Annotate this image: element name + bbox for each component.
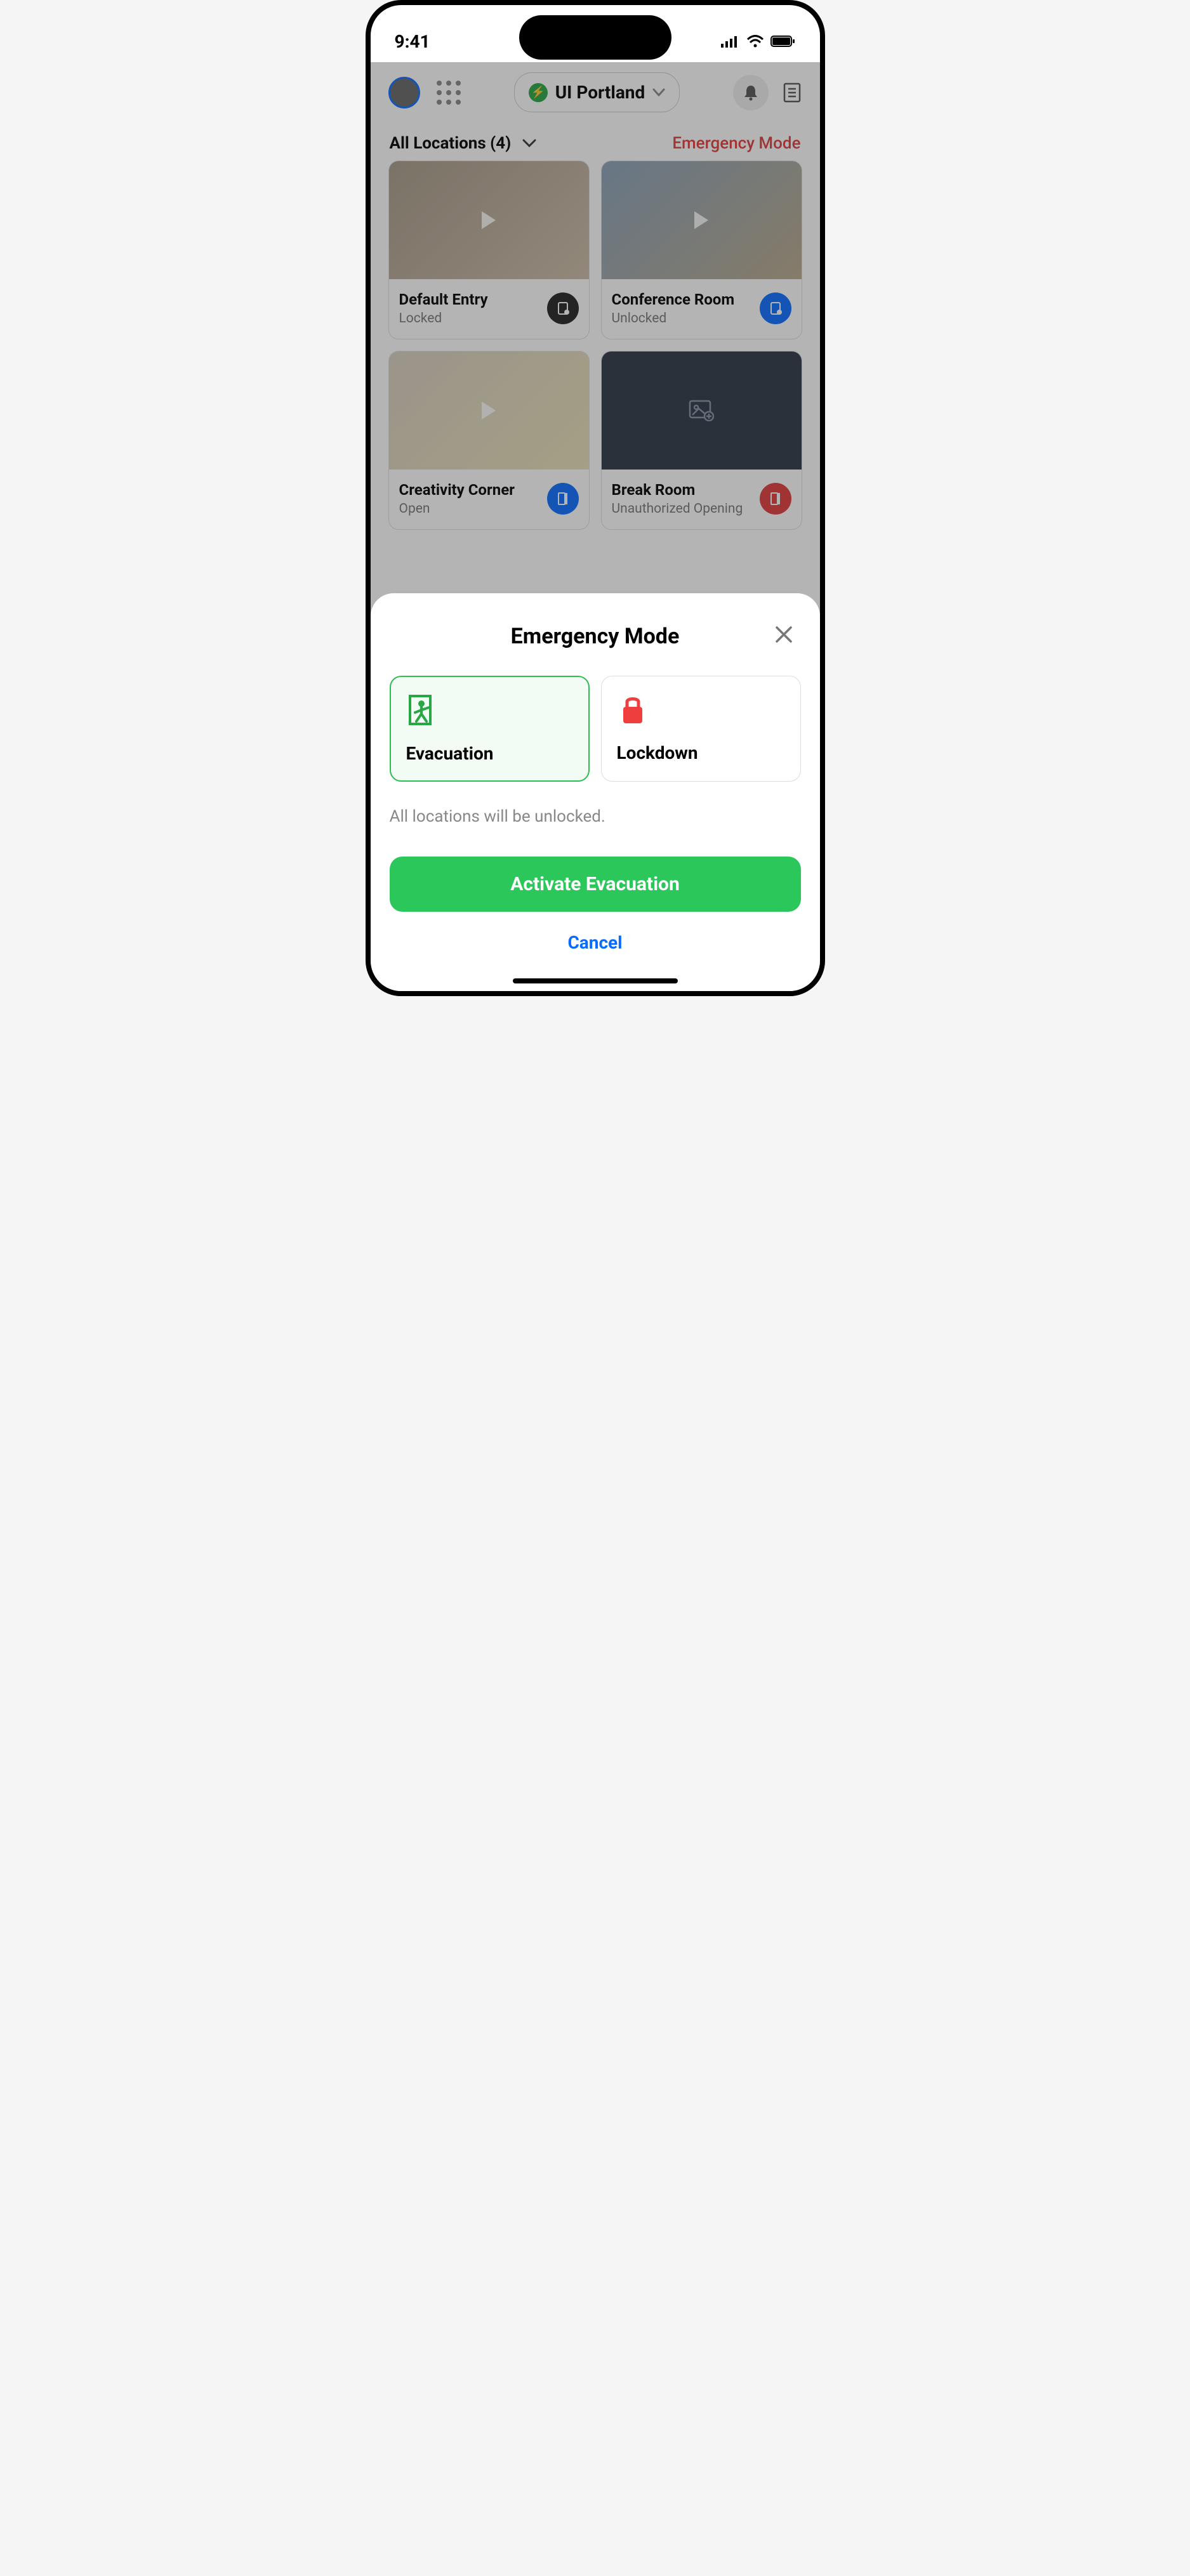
location-thumbnail[interactable] [389,352,589,470]
door-unlock-button[interactable] [760,292,791,324]
bell-icon [743,84,758,101]
emergency-mode-link[interactable]: Emergency Mode [672,134,800,153]
mode-option-evacuation[interactable]: Evacuation [390,676,590,782]
cellular-icon [721,35,740,48]
location-card[interactable]: Creativity Corner Open [388,351,590,530]
sheet-description: All locations will be unlocked. [390,807,801,826]
location-thumbnail[interactable] [602,161,802,279]
location-thumbnail[interactable] [602,352,802,470]
location-card[interactable]: Conference Room Unlocked [601,161,802,339]
status-icons [721,35,796,48]
location-state: Unauthorized Opening [612,501,743,516]
evacuation-icon [406,693,573,728]
emergency-mode-sheet: Emergency Mode Evacuation [371,593,820,991]
close-icon [774,625,793,644]
bolt-icon: ⚡ [529,83,548,102]
home-indicator[interactable] [513,978,678,983]
site-selector[interactable]: ⚡ UI Portland [514,72,680,112]
lockdown-icon [617,693,785,727]
mode-option-lockdown[interactable]: Lockdown [601,676,801,782]
location-filter[interactable]: All Locations (4) [390,134,537,153]
door-alert-button[interactable] [760,483,791,515]
mode-label: Lockdown [617,742,785,763]
top-bar: ⚡ UI Portland [371,62,820,122]
mode-label: Evacuation [406,743,573,764]
play-icon [482,211,496,229]
location-card[interactable]: Default Entry Locked [388,161,590,339]
chevron-down-icon [522,139,536,148]
door-open-button[interactable] [547,483,579,515]
image-add-icon [689,400,714,421]
chevron-down-icon [652,88,665,97]
location-thumbnail[interactable] [389,161,589,279]
apps-grid-icon[interactable] [437,81,461,105]
location-state: Open [399,501,515,516]
location-name: Creativity Corner [399,481,515,499]
sheet-title: Emergency Mode [511,624,680,649]
avatar[interactable] [388,77,420,108]
play-icon [694,211,708,229]
notifications-button[interactable] [733,75,769,110]
wifi-icon [746,35,764,48]
location-card[interactable]: Break Room Unauthorized Opening [601,351,802,530]
location-name: Break Room [612,481,743,499]
mode-options: Evacuation Lockdown [390,676,801,782]
location-state: Unlocked [612,311,735,326]
play-icon [482,402,496,419]
filter-row: All Locations (4) Emergency Mode [371,122,820,161]
status-time: 9:41 [395,31,430,52]
battery-icon [770,35,796,48]
site-label: UI Portland [555,82,645,103]
location-cards: Default Entry Locked Conference Room Unl… [371,161,820,530]
location-state: Locked [399,311,488,326]
close-button[interactable] [774,625,793,644]
notch [519,15,671,60]
location-name: Default Entry [399,291,488,308]
cancel-button[interactable]: Cancel [390,932,801,953]
location-name: Conference Room [612,291,735,308]
activate-button[interactable]: Activate Evacuation [390,857,801,912]
door-lock-button[interactable] [547,292,579,324]
location-filter-label: All Locations (4) [390,134,512,153]
clipboard-icon[interactable] [783,82,802,103]
phone-frame: 9:41 ⚡ UI Portland [366,0,825,996]
